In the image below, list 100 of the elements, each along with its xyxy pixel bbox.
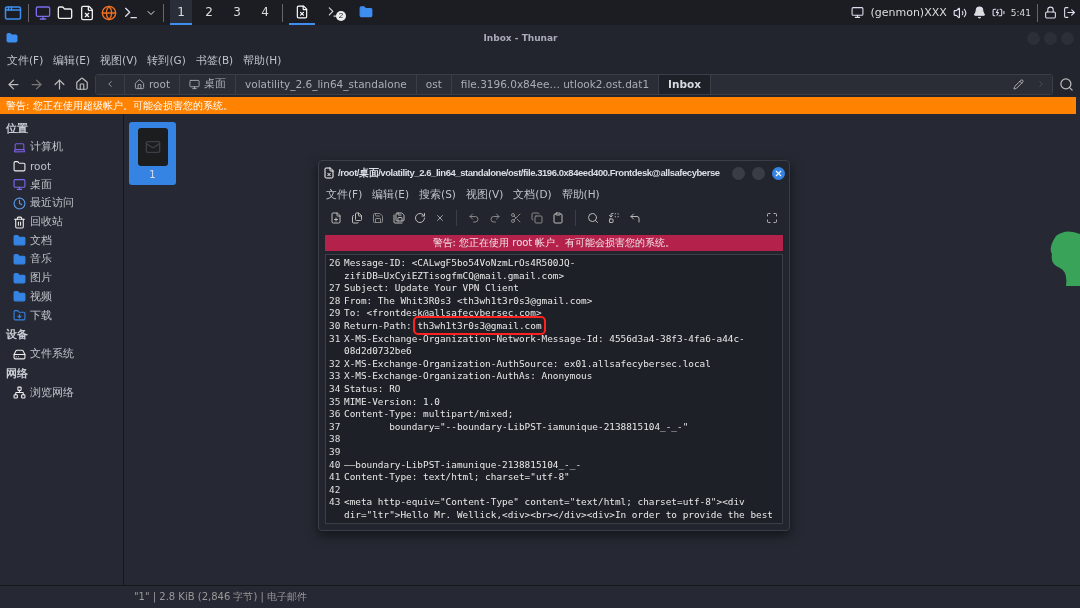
pencil-icon[interactable] [1011,76,1026,92]
line-number: 36 [329,408,342,421]
sidebar-item[interactable]: 下载 [6,306,123,325]
sidebar-item[interactable]: 图片 [6,268,123,288]
drive-icon [13,347,26,361]
workspace-button[interactable]: 1 [170,0,192,25]
workspace-button[interactable]: 4 [254,0,276,25]
replace-icon[interactable] [606,210,622,226]
menu-item[interactable]: 搜索(S) [414,188,461,202]
code-line: Status: RO [344,382,402,396]
trash-icon [13,215,26,229]
sidebar-item[interactable]: 文档 [6,231,123,251]
workspace-button[interactable]: 3 [226,0,248,25]
path-crumb[interactable]: Inbox [659,74,711,94]
computer-icon [13,140,26,154]
menu-item[interactable]: 视图(V) [95,54,143,68]
menu-item[interactable]: 文件(F) [2,54,49,68]
path-crumb[interactable]: volatility_2.6_lin64_standalone [236,74,417,94]
document-icon[interactable] [79,4,95,21]
task-button[interactable]: 2 [321,0,347,25]
menu-item[interactable]: 转到(G) [142,54,191,68]
fullscreen-icon[interactable] [764,210,780,226]
code-line: Subject: Update Your VPN Client [344,282,520,295]
menu-item[interactable]: 书签(B) [190,54,239,68]
desktop-icon[interactable] [35,4,51,21]
warning-banner: 警告: 您正在使用 root 帐户。有可能会损害您的系统。 [325,235,783,251]
sidebar-item[interactable]: 回收站 [6,212,123,232]
line-number: 40 [329,458,342,472]
save-all-icon[interactable] [391,210,407,226]
line-number: 29 [329,307,342,320]
sidebar-item[interactable]: 计算机 [6,138,123,157]
folder-icon [13,290,26,304]
menu-item[interactable]: 帮助(H) [238,54,287,68]
redo-icon[interactable] [487,210,503,226]
sidebar-item[interactable]: 浏览网络 [6,383,123,403]
sidebar-heading: 设备 [6,327,29,344]
line-number: 28 [329,294,342,308]
reload-icon[interactable] [412,210,428,226]
menu-item[interactable]: 编辑(E) [48,54,96,68]
menu-item[interactable]: 文档(D) [508,188,557,202]
sidebar-item[interactable]: 视频 [6,287,123,307]
folder-icon [13,271,26,285]
line-number: 37 [329,420,342,434]
code-line: <meta http-equiv="Content-Type" content="text/html; charset=utf-8"><div dir="ltr">Hello Mr. Wellick,<div><br></div><div>In order to provide the best [344,496,774,522]
bell-icon[interactable] [972,6,986,19]
save-icon[interactable] [370,210,386,226]
sidebar-item[interactable]: 桌面 [6,175,123,195]
menu-item[interactable]: 编辑(E) [367,188,415,202]
battery-icon[interactable] [991,6,1005,19]
monitor-icon[interactable] [851,6,865,19]
new-file-icon[interactable] [328,210,344,226]
count-badge: 2 [336,11,346,21]
globe-icon[interactable] [101,4,117,21]
desktop-icon [13,178,26,192]
sidebar-heading: 位置 [6,120,29,137]
code-line: boundary="--boundary-LibPST-iamunique-2138815104_-_-" [388,420,690,434]
sidebar-item[interactable]: 文件系统 [6,344,123,364]
window-title: /root/桌面/volatility_2.6_lin64_standalone/ost/file.3196.0x84eed400.Frontdesk@allsafecyberse [338,166,721,180]
clock-icon [13,196,26,210]
menu-item[interactable]: 文件(F) [321,188,368,202]
search-icon[interactable] [585,210,601,226]
lock-icon[interactable] [1044,6,1057,19]
home-icon[interactable] [73,75,91,93]
menu-item[interactable]: 视图(V) [460,188,509,202]
code-line: ——boundary-LibPST-iamunique-2138815104_-_- [344,458,583,472]
workspace-button[interactable]: 2 [198,0,220,25]
path-crumb[interactable]: 桌面 [180,74,237,94]
code-line: X-MS-Exchange-Organization-Network-Message-Id: 4556d3a4-38f3-4fa6-a44c-08d2d0732be6 [344,332,746,358]
code-line: To: <frontdesk@allsafecybersec.com> [344,307,543,320]
path-crumb[interactable]: ost [416,74,452,94]
folder-icon [13,159,26,173]
volume-icon[interactable] [952,5,967,20]
undo-icon[interactable] [466,210,482,226]
chevron-left-icon [105,79,115,89]
path-crumb[interactable]: root [125,74,181,94]
paste-icon[interactable] [550,210,566,226]
sidebar-item[interactable]: root [6,156,123,176]
genmon-label: (genmon)XXX [870,6,947,19]
menu-item[interactable]: 帮助(H) [556,188,605,202]
files-icon[interactable] [349,210,365,226]
path-crumb[interactable]: file.3196.0x84ee… utlook2.ost.dat1 [451,74,660,94]
document-icon [323,167,335,179]
line-number: 31 [329,332,342,346]
status-text: "1" | 2.8 KiB (2,846 字节) | 电子邮件 [134,590,308,604]
copy-icon[interactable] [529,210,545,226]
warning-banner: 警告: 您正在使用超级帐户。可能会损害您的系统。 [0,97,1076,114]
logout-icon[interactable] [1063,6,1076,19]
line-number: 32 [329,357,342,371]
folder-icon [13,252,26,266]
line-number: 27 [329,282,342,295]
mail-file-icon [137,127,168,166]
monitor-icon [189,78,201,90]
sidebar-item[interactable]: 音乐 [6,250,123,269]
line-number: 38 [329,433,342,446]
code-line: Message-ID: <CALwgF5bo54VoNzmLrOs4R500JQ-zifiDB=UxCyiEZTisogfmCQ@mail.gmail.com> [344,257,577,283]
home-icon [134,78,145,90]
folder-icon [359,4,373,19]
folder-icon[interactable] [57,4,73,21]
sidebar-item[interactable]: 最近访问 [6,194,123,213]
close-button[interactable] [772,166,785,180]
